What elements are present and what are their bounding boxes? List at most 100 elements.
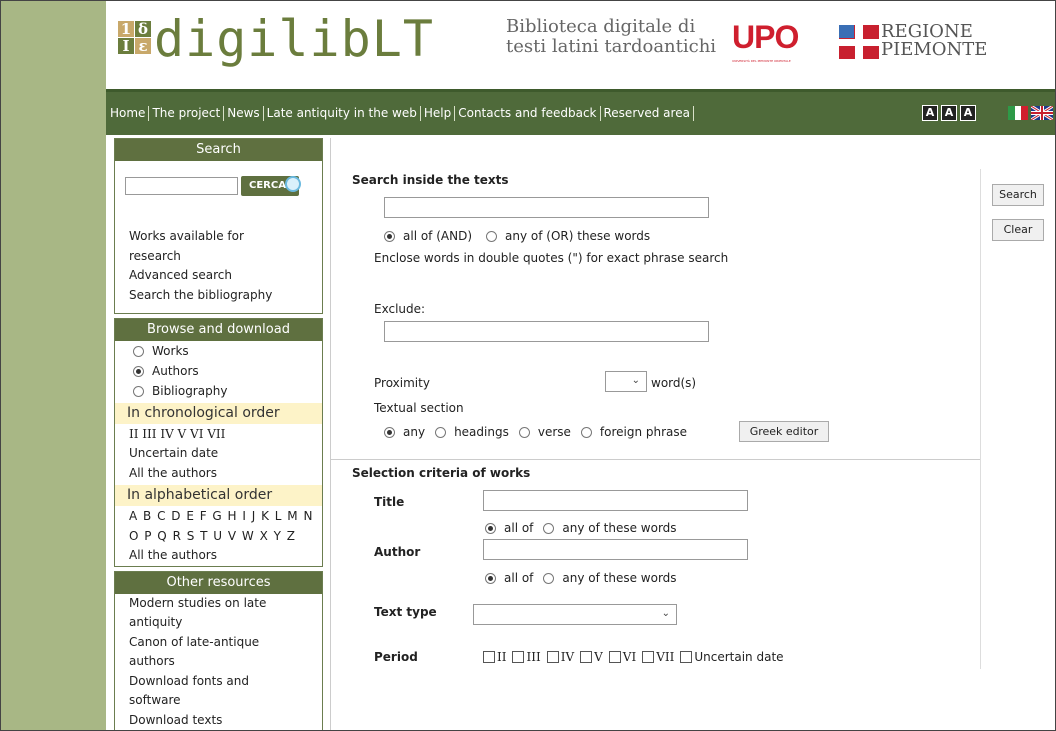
logo-cell: δ [135,21,151,37]
nav-help[interactable]: Help [419,106,454,121]
radio-icon[interactable] [133,345,144,357]
browse-authors-option[interactable]: Authors [115,361,322,381]
quick-search-input[interactable] [125,177,238,195]
browse-bibliography-option[interactable]: Bibliography [115,381,322,401]
radio-icon[interactable] [543,522,555,534]
radio-icon[interactable] [580,426,592,438]
proximity-label: Proximity [374,376,430,390]
font-size-medium-button[interactable]: A [941,105,957,121]
sidebar-other-box: Other resources Modern studies on late a… [114,570,323,731]
magnifier-icon[interactable] [285,176,301,192]
exclude-input[interactable] [384,321,709,342]
letter-links[interactable]: O P Q R S T U V W X Y Z [115,526,322,546]
checkbox-icon[interactable] [642,651,655,663]
nav-contacts[interactable]: Contacts and feedback [454,106,599,121]
letter-links[interactable]: A B C D E F G H I J K L M N [115,506,322,526]
all-authors-link[interactable]: All the authors [115,546,322,566]
sidebar-browse-title: Browse and download [115,319,322,341]
exclude-label: Exclude: [374,302,426,316]
period-option-label: VI [622,650,637,664]
checkbox-icon[interactable] [483,651,495,663]
radio-icon[interactable] [133,385,144,397]
works-available-link[interactable]: Works available for [115,227,322,247]
radio-selected-icon[interactable] [485,572,496,584]
period-option[interactable]: III [512,650,541,664]
greek-editor-button[interactable]: Greek editor [739,421,829,442]
form-right-border [980,169,981,669]
radio-selected-icon[interactable] [384,230,395,242]
radio-selected-icon[interactable] [485,522,496,534]
nav-project[interactable]: The project [148,106,223,121]
nav-home[interactable]: Home [110,106,148,121]
textual-section-label: Textual section [374,401,464,415]
period-option-label: II [497,650,507,664]
nav-news[interactable]: News [223,106,262,121]
font-size-large-button[interactable]: A [960,105,976,121]
search-links: Works available for research Advanced se… [115,227,322,305]
author-label: Author [374,545,421,559]
sidebar: Search CERCA Works available for researc… [114,138,323,731]
radio-selected-icon[interactable] [384,426,395,438]
upo-logo[interactable]: UPO [732,19,799,56]
tagline: Biblioteca digitale di testi latini tard… [506,17,716,57]
canon-link[interactable]: Canon of late-antique [115,633,322,653]
radio-icon[interactable] [435,426,447,438]
download-fonts-link[interactable]: Download fonts and [115,672,322,692]
works-available-link-cont[interactable]: research [115,247,322,267]
period-option[interactable]: IV [546,650,574,664]
period-links[interactable]: II III IV V VI VII [115,424,322,444]
checkbox-icon[interactable] [580,651,593,663]
uk-flag-icon[interactable] [1031,106,1053,120]
search-button[interactable]: Search [992,184,1044,206]
nav-late-antiquity[interactable]: Late antiquity in the web [262,106,420,121]
checkbox-icon[interactable] [546,651,559,663]
regione-line: PIEMONTE [881,39,988,60]
brand-title[interactable]: digilibLT [154,9,434,69]
radio-icon[interactable] [486,230,498,242]
download-fonts-link-cont[interactable]: software [115,691,322,711]
modern-studies-link-cont[interactable]: antiquity [115,613,322,633]
period-label: Period [374,650,418,664]
left-decorative-strip [1,1,106,730]
proximity-select[interactable]: ⌄ [605,371,647,392]
radio-icon[interactable] [543,572,555,584]
title-input[interactable] [483,490,748,511]
clear-button[interactable]: Clear [992,219,1044,241]
text-type-select[interactable]: ⌄ [473,604,677,625]
period-option[interactable]: Uncertain date [680,650,784,664]
checkbox-icon[interactable] [512,651,525,663]
period-option[interactable]: VI [608,650,637,664]
mode-and-label: all of (AND) [403,229,473,243]
logo-cell: 1 [118,21,134,37]
logo-icon[interactable]: 1 δ Ι ε [118,21,152,55]
radio-icon[interactable] [518,426,530,438]
search-inside-input[interactable] [384,197,709,218]
advanced-search-link[interactable]: Advanced search [115,266,322,286]
uncertain-date-link[interactable]: Uncertain date [115,444,322,464]
checkbox-icon[interactable] [608,651,621,663]
author-any-label: any of these words [562,571,677,585]
font-size-small-button[interactable]: A [922,105,938,121]
author-mode-group: all of any of these words [485,571,677,585]
modern-studies-link[interactable]: Modern studies on late [115,594,322,614]
period-option[interactable]: II [483,650,506,664]
checkbox-icon[interactable] [680,651,693,663]
period-option[interactable]: V [580,650,603,664]
italian-flag-icon[interactable] [1008,106,1029,120]
phrase-hint: Enclose words in double quotes (") for e… [374,251,729,265]
search-bibliography-link[interactable]: Search the bibliography [115,286,322,306]
canon-link-cont[interactable]: authors [115,652,322,672]
section-headings-label: headings [454,425,509,439]
radio-selected-icon[interactable] [133,365,144,377]
title-label: Title [374,495,405,509]
download-texts-link[interactable]: Download texts [115,711,322,731]
nav-reserved-area[interactable]: Reserved area [599,106,694,121]
regione-text[interactable]: REGIONE PIEMONTE [881,23,987,59]
author-input[interactable] [483,539,748,560]
text-type-label: Text type [374,605,437,619]
mode-or-label: any of (OR) these words [505,229,651,243]
browse-works-option[interactable]: Works [115,341,322,361]
period-option[interactable]: VII [642,650,674,664]
main-nav: Home The project News Late antiquity in … [106,89,1055,135]
all-authors-link[interactable]: All the authors [115,464,322,484]
